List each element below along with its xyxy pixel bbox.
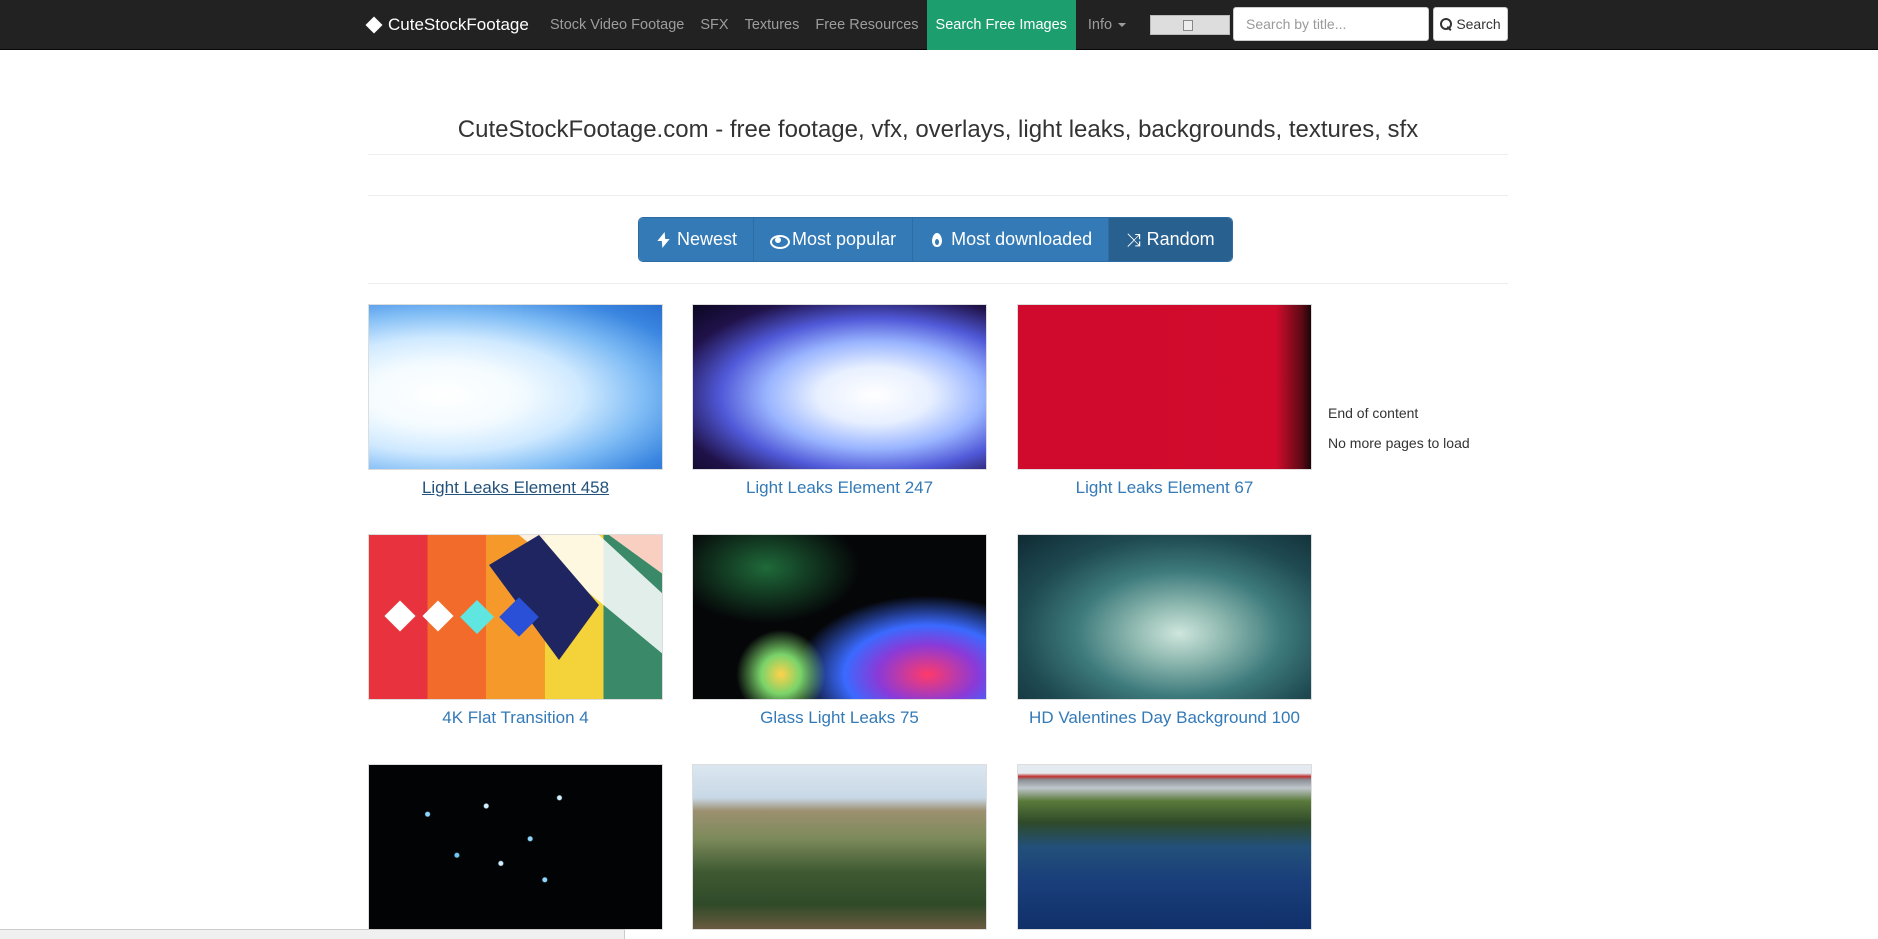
list-item: Light Leaks Element 458 bbox=[368, 304, 663, 498]
list-item bbox=[1017, 764, 1312, 930]
nav-textures[interactable]: Textures bbox=[737, 0, 808, 50]
list-item bbox=[368, 764, 663, 930]
divider bbox=[368, 283, 1508, 284]
most-downloaded-label: Most downloaded bbox=[951, 229, 1093, 249]
thumbnail-image[interactable] bbox=[692, 764, 987, 930]
most-popular-button[interactable]: Most popular bbox=[754, 218, 914, 261]
eye-icon bbox=[770, 232, 791, 249]
newest-button[interactable]: Newest bbox=[639, 218, 755, 261]
sort-button-group: Newest Most popular Most downloaded ⤨ Ra… bbox=[638, 217, 1233, 262]
random-label: Random bbox=[1146, 229, 1215, 249]
list-item bbox=[692, 764, 987, 930]
divider bbox=[368, 154, 1508, 155]
thumbnail-image[interactable] bbox=[368, 304, 663, 470]
thumbnail-image[interactable] bbox=[368, 764, 663, 930]
brand-name: CuteStockFootage bbox=[388, 15, 529, 34]
thumbnail-image[interactable] bbox=[692, 304, 987, 470]
item-title-link[interactable]: 4K Flat Transition 4 bbox=[368, 708, 663, 728]
page-title: CuteStockFootage.com - free footage, vfx… bbox=[457, 116, 1419, 143]
list-item: Light Leaks Element 247 bbox=[692, 304, 987, 498]
item-title-link[interactable]: Glass Light Leaks 75 bbox=[692, 708, 987, 728]
divider bbox=[368, 195, 1508, 196]
thumbnail-image[interactable] bbox=[1017, 534, 1312, 700]
language-selector[interactable] bbox=[1150, 15, 1230, 35]
thumbnail-image[interactable] bbox=[368, 534, 663, 700]
most-popular-label: Most popular bbox=[792, 229, 897, 249]
nav-links: Stock Video Footage SFX Textures Free Re… bbox=[542, 0, 1134, 50]
nav-sfx[interactable]: SFX bbox=[692, 0, 736, 50]
item-title-link[interactable]: HD Valentines Day Background 100 bbox=[1017, 708, 1312, 728]
newest-label: Newest bbox=[677, 229, 738, 249]
thumbnail-image[interactable] bbox=[1017, 764, 1312, 930]
nav-free-resources[interactable]: Free Resources bbox=[807, 0, 926, 50]
nav-stock-video-footage[interactable]: Stock Video Footage bbox=[542, 0, 692, 50]
search-icon bbox=[1440, 18, 1453, 30]
thumbnail-image[interactable] bbox=[692, 534, 987, 700]
no-more-pages-text: No more pages to load bbox=[1328, 435, 1470, 451]
list-item: HD Valentines Day Background 100 bbox=[1017, 534, 1312, 728]
search-button-label: Search bbox=[1456, 16, 1501, 32]
most-downloaded-button[interactable]: Most downloaded bbox=[913, 218, 1110, 261]
nav-info-dropdown[interactable]: Info bbox=[1080, 0, 1134, 50]
list-item: Light Leaks Element 67 bbox=[1017, 304, 1312, 498]
item-title-link[interactable]: Light Leaks Element 247 bbox=[692, 478, 987, 498]
search-input[interactable] bbox=[1233, 7, 1429, 41]
diamond-icon bbox=[365, 16, 383, 34]
fire-icon bbox=[929, 232, 945, 248]
search-button[interactable]: Search bbox=[1433, 7, 1508, 41]
transition-shapes bbox=[384, 535, 662, 660]
nav-search-free-images[interactable]: Search Free Images bbox=[926, 0, 1076, 50]
brand-logo[interactable]: CuteStockFootage bbox=[365, 0, 529, 50]
top-navbar: CuteStockFootage Stock Video Footage SFX… bbox=[0, 0, 1878, 50]
nav-info-label: Info bbox=[1087, 17, 1113, 33]
browser-status-bar bbox=[0, 929, 625, 939]
item-title-link[interactable]: Light Leaks Element 458 bbox=[368, 478, 663, 498]
flag-icon bbox=[1183, 20, 1193, 31]
end-of-content-text: End of content bbox=[1328, 405, 1419, 421]
caret-down-icon bbox=[1118, 23, 1127, 27]
bolt-icon bbox=[655, 232, 671, 248]
thumbnail-image[interactable] bbox=[1017, 304, 1312, 470]
random-button[interactable]: ⤨ Random bbox=[1109, 218, 1232, 261]
list-item: Glass Light Leaks 75 bbox=[692, 534, 987, 728]
item-title-link[interactable]: Light Leaks Element 67 bbox=[1017, 478, 1312, 498]
shuffle-icon: ⤨ bbox=[1126, 229, 1141, 250]
list-item: 4K Flat Transition 4 bbox=[368, 534, 663, 728]
